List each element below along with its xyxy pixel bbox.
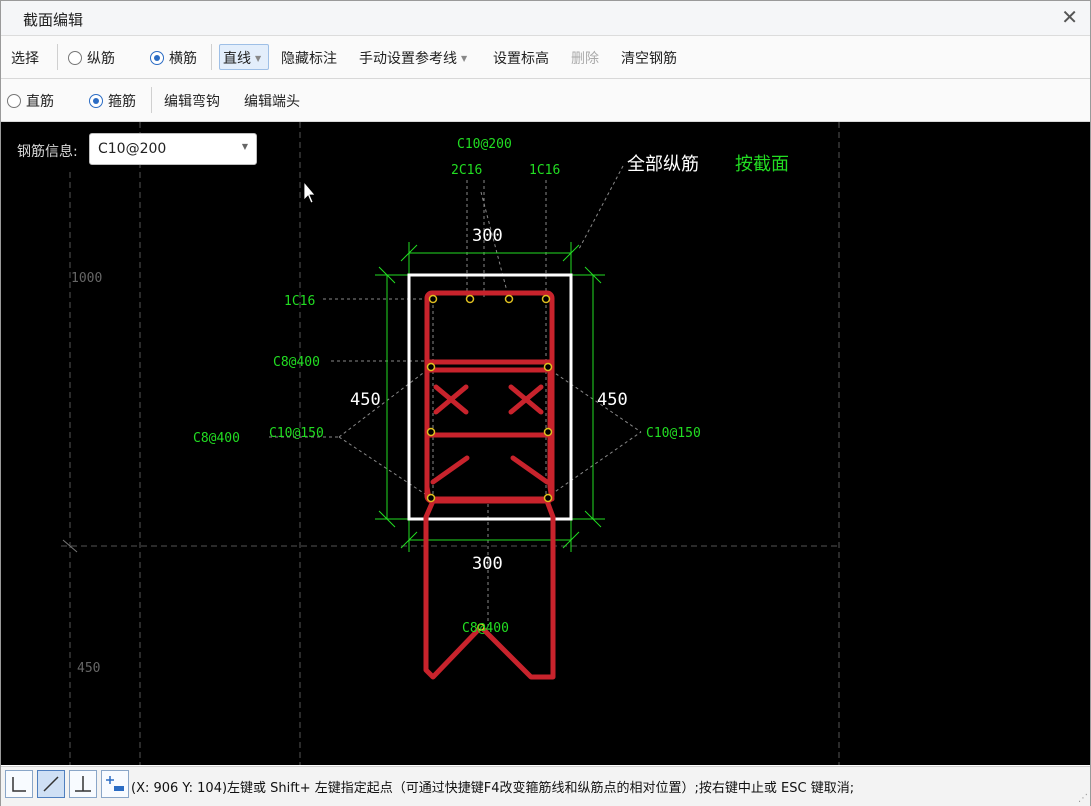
add-point-glyph [106,776,124,791]
title-bar: 截面编辑 ✕ [1,1,1090,36]
by-section-label[interactable]: 按截面 [735,154,789,175]
mouse-cursor-icon [303,180,316,204]
dim-top-label: 300 [472,226,503,246]
line-glyph [43,776,59,792]
main-toolbar: 选择 纵筋 横筋 直线 ▼ 隐藏标注 手动设置参考线 ▼ 设置标高 删除 清空钢筋 [1,36,1090,79]
edit-end-button[interactable]: 编辑端头 [244,91,300,111]
top-right-rebar-label: 1C16 [529,163,560,178]
line-label: 直线 [223,51,251,67]
add-point-icon[interactable] [101,770,129,798]
perpendicular-glyph [75,776,91,792]
drawing-canvas[interactable]: 1000 450 C10@200 2C16 1C16 全部纵筋 按截面 1C16… [1,122,1090,765]
status-bar: (X: 906 Y: 104)左键或 Shift+ 左键指定起点（可通过快捷键F… [1,766,1090,806]
rebar-stirrups [423,290,556,680]
dim-bottom-label: 300 [472,554,503,574]
toolbar-divider [211,44,212,70]
rebar-info-select[interactable]: C10@200 ▼ [89,133,257,165]
hide-annotation-button[interactable]: 隐藏标注 [281,48,337,68]
tie-upper-label: C8@400 [273,355,320,370]
longitudinal-label: 纵筋 [87,51,115,67]
window-title: 截面编辑 [23,11,84,29]
dropdown-caret-icon: ▼ [255,54,262,63]
grid-label-450: 450 [77,661,100,676]
dim-left-label: 450 [350,390,381,410]
close-icon[interactable]: ✕ [1061,7,1078,27]
radio-icon [68,51,82,65]
dropdown-caret-icon: ▼ [461,54,468,63]
manual-reference-line-button[interactable]: 手动设置参考线 ▼ [359,48,467,68]
chevron-down-icon: ▼ [241,142,248,151]
rebar-info-label: 钢筋信息: [17,144,78,160]
edit-hook-button[interactable]: 编辑弯钩 [164,91,220,111]
straight-label: 直筋 [26,94,54,110]
toolbar-divider [151,87,152,113]
rebar-info-value: C10@200 [98,141,167,157]
manual-ref-label: 手动设置参考线 [359,51,457,67]
line-icon[interactable] [37,770,65,798]
delete-button[interactable]: 删除 [571,48,599,68]
stirrup-right-label: C10@150 [646,426,701,441]
set-elevation-button[interactable]: 设置标高 [493,48,549,68]
longitudinal-radio[interactable]: 纵筋 [68,48,115,68]
section-drawing[interactable]: 1000 450 C10@200 2C16 1C16 全部纵筋 按截面 1C16… [1,122,1090,765]
stirrup-radio[interactable]: 箍筋 [89,91,136,111]
stirrup-left-label: C10@150 [269,426,324,441]
radio-icon [7,94,21,108]
status-text: (X: 906 Y: 104)左键或 Shift+ 左键指定起点（可通过快捷键F… [131,781,855,796]
tie-left-label: C8@400 [193,431,240,446]
reference-grid [61,122,840,765]
ortho-glyph [12,777,26,792]
perpendicular-icon[interactable] [69,770,97,798]
toolbar-divider [57,44,58,70]
resize-grip-icon[interactable]: ⋰ [1078,793,1088,804]
line-dropdown-button[interactable]: 直线 ▼ [223,48,261,68]
straight-bar-radio[interactable]: 直筋 [7,91,54,111]
rebar-points [426,294,553,631]
radio-selected-icon [89,94,103,108]
bottom-tie-label: C8@400 [462,621,509,636]
top-left-rebar-label: 2C16 [451,163,482,178]
top-stirrup-label: C10@200 [457,137,512,152]
radio-selected-icon [150,51,164,65]
clear-rebar-button[interactable]: 清空钢筋 [621,48,677,68]
all-longitudinal-label[interactable]: 全部纵筋 [627,154,699,175]
left-corner-rebar-label: 1C16 [284,294,315,309]
transverse-radio[interactable]: 横筋 [150,48,197,68]
grid-label-1000: 1000 [71,271,102,286]
dim-right-label: 450 [597,390,628,410]
ortho-icon[interactable] [5,770,33,798]
select-button[interactable]: 选择 [11,48,39,68]
transverse-label: 横筋 [169,51,197,67]
sub-toolbar: 直筋 箍筋 编辑弯钩 编辑端头 [1,79,1090,122]
section-editor-window: 截面编辑 ✕ 选择 纵筋 横筋 直线 ▼ 隐藏标注 手动设置参考线 ▼ 设置标高 删… [0,0,1091,806]
stirrup-label: 箍筋 [108,94,136,110]
